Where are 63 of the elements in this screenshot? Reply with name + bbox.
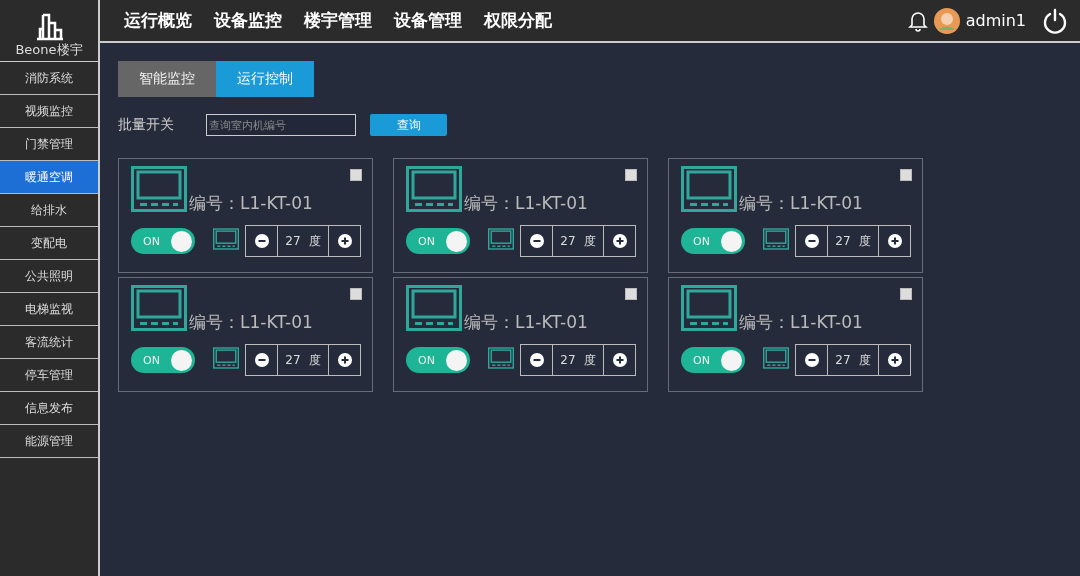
nav-item[interactable]: 运行概览	[124, 9, 192, 32]
monitor-icon	[763, 228, 789, 250]
sidebar-item[interactable]: 暖通空调	[0, 161, 98, 194]
plus-icon	[887, 234, 902, 248]
monitor-icon	[213, 347, 239, 369]
tab[interactable]: 智能监控	[118, 61, 216, 97]
plus-icon	[337, 353, 352, 367]
checkbox[interactable]	[350, 169, 362, 181]
monitor-icon	[488, 347, 514, 369]
unit-code: 编号：L1-KT-01	[464, 311, 588, 334]
monitor-icon	[681, 166, 737, 212]
unit-code: 编号：L1-KT-01	[739, 192, 863, 215]
minus-icon	[804, 234, 819, 248]
nav-item[interactable]: 设备监控	[214, 9, 282, 32]
temperature-value: 27	[560, 234, 576, 248]
unit-code: 编号：L1-KT-01	[189, 192, 313, 215]
monitor-icon	[763, 347, 789, 369]
building-icon	[35, 13, 63, 41]
monitor-icon	[131, 285, 187, 331]
batch-switch-label: 批量开关	[118, 116, 175, 134]
bell-icon[interactable]	[907, 9, 928, 32]
user-name: admin1	[965, 11, 1026, 30]
monitor-icon	[681, 285, 737, 331]
brand-name: Beone楼宇	[15, 41, 83, 59]
temperature-unit: 度	[583, 351, 596, 369]
monitor-icon	[131, 166, 187, 212]
unit-code: 编号：L1-KT-01	[464, 192, 588, 215]
temperature-unit: 度	[858, 351, 871, 369]
monitor-icon	[406, 285, 462, 331]
temperature-value: 27	[285, 353, 301, 367]
unit-code: 编号：L1-KT-01	[189, 311, 313, 334]
temperature-unit: 度	[858, 232, 871, 250]
checkbox[interactable]	[350, 288, 362, 300]
minus-icon	[254, 234, 269, 248]
plus-icon	[612, 353, 627, 367]
nav-item[interactable]: 楼宇管理	[304, 9, 372, 32]
temperature-unit: 度	[308, 232, 321, 250]
monitor-icon	[488, 228, 514, 250]
nav-item[interactable]: 设备管理	[394, 9, 462, 32]
temperature-value: 27	[835, 234, 851, 248]
temperature-unit: 度	[583, 232, 596, 250]
monitor-icon	[213, 228, 239, 250]
checkbox[interactable]	[625, 169, 637, 181]
temperature-value: 27	[560, 353, 576, 367]
nav-item[interactable]: 权限分配	[484, 9, 552, 32]
temperature-value: 27	[835, 353, 851, 367]
plus-icon	[612, 234, 627, 248]
checkbox[interactable]	[900, 288, 912, 300]
power-icon[interactable]	[1042, 7, 1068, 34]
minus-icon	[254, 353, 269, 367]
minus-icon	[529, 234, 544, 248]
temperature-unit: 度	[308, 351, 321, 369]
temperature-value: 27	[285, 234, 301, 248]
checkbox[interactable]	[625, 288, 637, 300]
plus-icon	[337, 234, 352, 248]
monitor-icon	[406, 166, 462, 212]
minus-icon	[804, 353, 819, 367]
unit-code: 编号：L1-KT-01	[739, 311, 863, 334]
avatar-icon[interactable]	[933, 7, 960, 34]
minus-icon	[529, 353, 544, 367]
plus-icon	[887, 353, 902, 367]
search-field[interactable]: 查询室内机编号	[206, 114, 356, 136]
checkbox[interactable]	[900, 169, 912, 181]
